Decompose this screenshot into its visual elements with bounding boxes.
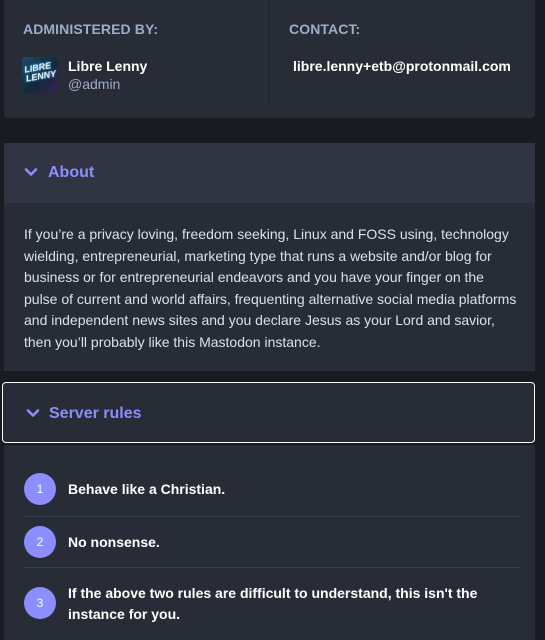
admin-display-name[interactable]: Libre Lenny xyxy=(68,58,147,74)
server-rules-list: 1 Behave like a Christian. 2 No nonsense… xyxy=(4,445,535,640)
administered-by-label: ADMINISTERED BY: xyxy=(23,21,159,37)
chevron-down-icon xyxy=(24,168,38,176)
server-rules-section-toggle[interactable]: Server rules xyxy=(2,382,535,443)
rule-text: Behave like a Christian. xyxy=(68,481,226,497)
rule-item: 1 Behave like a Christian. xyxy=(24,470,519,517)
about-description: If you’re a privacy loving, freedom seek… xyxy=(24,226,517,350)
rule-number-badge: 2 xyxy=(24,526,56,558)
rule-number-badge: 1 xyxy=(24,473,56,505)
rule-text: If the above two rules are difficult to … xyxy=(68,585,478,622)
about-section-content: If you’re a privacy loving, freedom seek… xyxy=(4,203,535,371)
contact-column: CONTACT: libre.lenny+etb@protonmail.com xyxy=(270,0,535,104)
rule-number-badge: 3 xyxy=(24,587,56,619)
admin-avatar[interactable]: LIBRE LENNY xyxy=(22,57,58,93)
administered-by-column: ADMINISTERED BY: LIBRE LENNY Libre Lenny… xyxy=(4,0,270,104)
server-admin-contact-panel: ADMINISTERED BY: LIBRE LENNY Libre Lenny… xyxy=(4,0,535,118)
admin-handle[interactable]: @admin xyxy=(68,76,120,92)
rule-text: No nonsense. xyxy=(68,534,160,550)
contact-email-link[interactable]: libre.lenny+etb@protonmail.com xyxy=(293,58,511,74)
avatar-logo-text: LIBRE LENNY xyxy=(23,60,57,84)
about-section-title: About xyxy=(48,164,95,181)
about-section-toggle[interactable]: About xyxy=(4,143,535,203)
server-rules-section-title: Server rules xyxy=(49,405,142,422)
rule-item: 2 No nonsense. xyxy=(24,516,519,568)
chevron-down-icon xyxy=(26,409,40,417)
rule-item: 3 If the above two rules are difficult t… xyxy=(24,567,519,640)
contact-label: CONTACT: xyxy=(289,21,361,37)
